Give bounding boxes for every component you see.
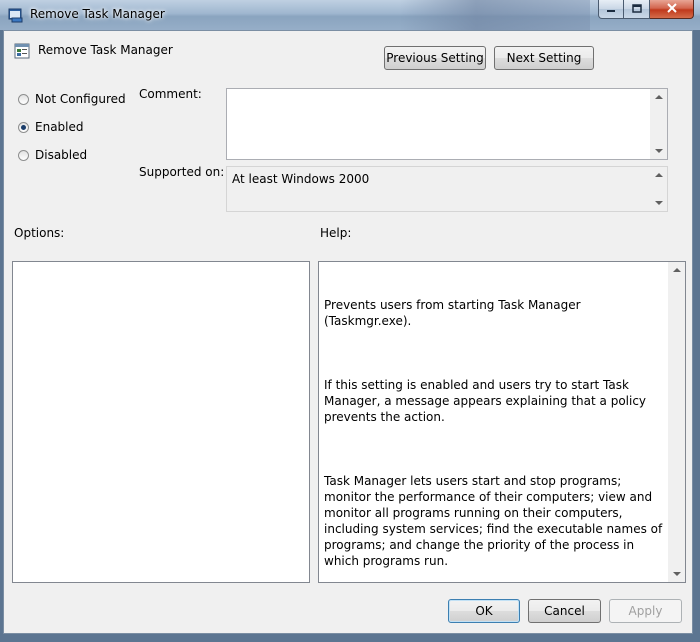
scroll-up-icon[interactable] bbox=[655, 95, 663, 99]
next-setting-button[interactable]: Next Setting bbox=[494, 46, 594, 70]
policy-setting-icon bbox=[14, 43, 30, 59]
options-panel[interactable] bbox=[12, 261, 310, 583]
minimize-button[interactable] bbox=[598, 0, 624, 19]
radio-not-configured-indicator[interactable] bbox=[18, 93, 29, 105]
radio-not-configured[interactable]: Not Configured bbox=[18, 92, 126, 106]
help-scrollbar[interactable] bbox=[668, 262, 685, 582]
radio-disabled-label: Disabled bbox=[35, 148, 88, 162]
cancel-label: Cancel bbox=[544, 604, 585, 618]
options-label: Options: bbox=[14, 226, 65, 240]
setting-name: Remove Task Manager bbox=[38, 43, 173, 57]
help-label: Help: bbox=[320, 226, 352, 240]
previous-setting-label: Previous Setting bbox=[386, 51, 484, 65]
radio-enabled-indicator[interactable] bbox=[18, 121, 29, 133]
ok-label: OK bbox=[475, 604, 493, 618]
maximize-button[interactable] bbox=[624, 0, 650, 19]
radio-disabled[interactable]: Disabled bbox=[18, 148, 87, 162]
cancel-button[interactable]: Cancel bbox=[528, 599, 601, 623]
help-paragraph: Prevents users from starting Task Manage… bbox=[324, 298, 585, 328]
close-button[interactable] bbox=[650, 0, 694, 19]
previous-setting-button[interactable]: Previous Setting bbox=[384, 46, 486, 70]
comment-field[interactable] bbox=[226, 88, 668, 160]
next-setting-label: Next Setting bbox=[506, 51, 582, 65]
comment-label: Comment: bbox=[139, 87, 202, 101]
radio-enabled-label: Enabled bbox=[35, 120, 84, 134]
minimize-icon bbox=[606, 2, 616, 16]
scroll-up-icon[interactable] bbox=[673, 268, 681, 272]
ok-button[interactable]: OK bbox=[448, 599, 520, 623]
help-paragraph: If this setting is enabled and users try… bbox=[324, 378, 650, 424]
title-bar[interactable]: Remove Task Manager bbox=[0, 0, 700, 30]
caption-buttons bbox=[598, 0, 694, 20]
scroll-up-icon[interactable] bbox=[655, 173, 663, 177]
radio-enabled[interactable]: Enabled bbox=[18, 120, 84, 134]
supported-on-scrollbar[interactable] bbox=[650, 167, 667, 211]
dialog-client-area: Remove Task Manager Previous Setting Nex… bbox=[3, 30, 693, 634]
help-paragraph: Task Manager lets users start and stop p… bbox=[324, 474, 667, 568]
radio-disabled-indicator[interactable] bbox=[18, 149, 29, 161]
comment-scrollbar[interactable] bbox=[650, 89, 667, 159]
apply-label: Apply bbox=[628, 604, 663, 618]
supported-on-label: Supported on: bbox=[139, 165, 225, 179]
help-panel[interactable]: Prevents users from starting Task Manage… bbox=[318, 261, 686, 583]
maximize-icon bbox=[631, 2, 642, 16]
supported-on-field: At least Windows 2000 bbox=[226, 166, 668, 212]
title-bar-glass bbox=[400, 0, 590, 30]
supported-on-value: At least Windows 2000 bbox=[232, 172, 370, 186]
policy-window-icon bbox=[8, 7, 24, 23]
apply-button[interactable]: Apply bbox=[609, 599, 682, 623]
window-title: Remove Task Manager bbox=[30, 7, 165, 21]
scroll-down-icon[interactable] bbox=[655, 149, 663, 153]
scroll-down-icon[interactable] bbox=[673, 572, 681, 576]
help-text: Prevents users from starting Task Manage… bbox=[324, 265, 665, 601]
radio-not-configured-label: Not Configured bbox=[35, 92, 126, 106]
scroll-down-icon[interactable] bbox=[655, 201, 663, 205]
dialog-window: Remove Task Manager Remove Task Manager … bbox=[0, 0, 700, 642]
close-icon bbox=[666, 2, 678, 16]
